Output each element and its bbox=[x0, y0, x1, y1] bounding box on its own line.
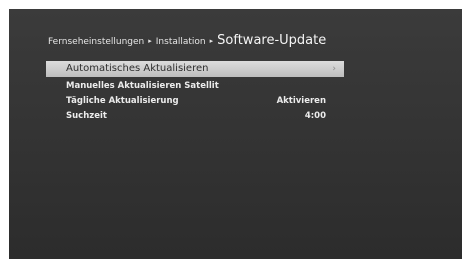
menu-item-label: Tägliche Aktualisierung bbox=[66, 96, 179, 106]
breadcrumb: Fernseheinstellungen ▸ Installation ▸ So… bbox=[48, 33, 326, 48]
page-title: Software-Update bbox=[217, 33, 327, 48]
menu-item-value: Aktivieren bbox=[276, 96, 326, 106]
breadcrumb-item-installation[interactable]: Installation bbox=[156, 37, 206, 47]
menu-item-suchzeit[interactable]: Suchzeit 4:00 bbox=[46, 109, 344, 124]
breadcrumb-separator-icon: ▸ bbox=[148, 37, 152, 45]
tv-screen: Fernseheinstellungen ▸ Installation ▸ So… bbox=[9, 9, 462, 259]
menu-item-label: Automatisches Aktualisieren bbox=[66, 63, 209, 74]
breadcrumb-item-fernseheinstellungen[interactable]: Fernseheinstellungen bbox=[48, 37, 144, 47]
menu-item-manuelles-aktualisieren-satellit[interactable]: Manuelles Aktualisieren Satellit bbox=[46, 79, 344, 94]
breadcrumb-separator-icon: ▸ bbox=[209, 37, 214, 45]
menu-item-value: 4:00 bbox=[304, 111, 326, 121]
menu-item-taegliche-aktualisierung[interactable]: Tägliche Aktualisierung Aktivieren bbox=[46, 94, 344, 109]
chevron-right-icon: › bbox=[332, 64, 336, 74]
menu-item-automatisches-aktualisieren[interactable]: Automatisches Aktualisieren › bbox=[46, 61, 344, 77]
menu-item-label: Manuelles Aktualisieren Satellit bbox=[66, 81, 219, 91]
menu-item-label: Suchzeit bbox=[66, 111, 107, 121]
settings-menu: Automatisches Aktualisieren › Manuelles … bbox=[46, 61, 344, 124]
